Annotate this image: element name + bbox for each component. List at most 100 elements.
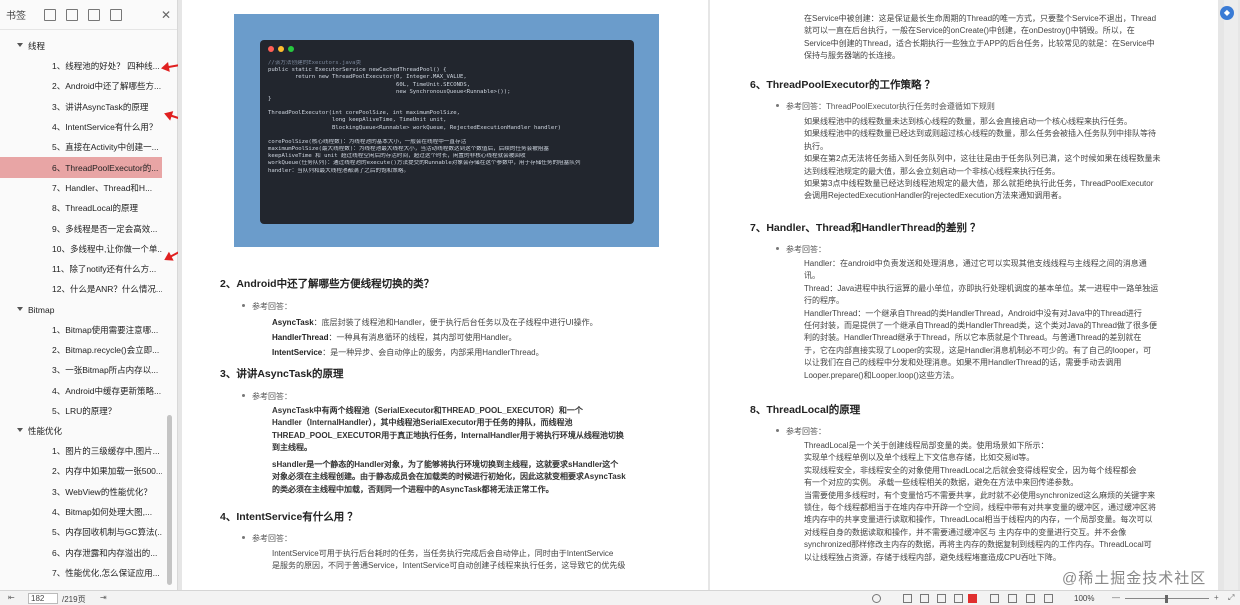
bookmark-item[interactable]: 4、IntentService有什么用？ (0, 117, 162, 137)
code-screenshot-figure: //该方法创建的Executors.java类 public static Ex… (234, 14, 659, 247)
go-back-icon[interactable]: ⇤ (8, 593, 15, 602)
bookmark-item[interactable]: 4、Android中缓存更新策略... (0, 380, 162, 400)
text-line: HandlerThread：一个继承自Thread的类HandlerThread… (804, 308, 1142, 318)
list-item: HandlerThread：一种具有消息循环的线程，其内部可使用Handler。 (272, 333, 517, 342)
section-heading: 3、讲讲AsyncTask的原理 (220, 368, 344, 380)
page-number-input[interactable]: 182 (28, 593, 58, 604)
bookmark-item[interactable]: 10、多线程中,让你做一个单... (0, 239, 162, 259)
bookmark-item[interactable]: 6、ThreadPoolExecutor的... (0, 157, 162, 178)
text-line: 到主线程。 (272, 443, 312, 453)
bookmark-item[interactable]: 3、一张Bitmap所占内存以... (0, 360, 162, 380)
fullscreen-icon[interactable]: ⤢ (1228, 593, 1234, 603)
sidebar-scroll-thumb[interactable] (167, 415, 172, 585)
chevron-down-icon[interactable] (17, 43, 23, 47)
bookmark-item[interactable]: 5、内存回收机制与GC算法(... (0, 522, 162, 542)
bookmark-item[interactable]: 1、Bitmap使用需要注意哪... (0, 320, 162, 340)
zoom-in-button[interactable]: + (1214, 593, 1219, 602)
text-line: 以让我们在自己的线程中分发和处理消息。如果不用HandlerThread的话，需… (804, 358, 1122, 368)
section-heading: 8、ThreadLocal的原理 (750, 404, 861, 416)
bookmark-item[interactable]: 3、讲讲AsyncTask的原理 (0, 97, 162, 117)
bookmark-item[interactable]: 2、Android中还了解哪些方... (0, 76, 162, 96)
fit-page-icon[interactable] (1026, 594, 1035, 603)
text-line: THREAD_POOL_EXECUTOR用于真正地执行任务，InternalHa… (272, 430, 624, 440)
code-line: handler：当队列和最大线程池都满了之后的饱和策略。 (268, 167, 410, 174)
bookmark-group-label: 性能优化 (28, 426, 63, 437)
bookmark-item[interactable]: 7、性能优化,怎么保证应用... (0, 563, 162, 583)
bookmark-item[interactable]: 1、线程池的好处？ 四种线... (0, 56, 162, 76)
eye-icon[interactable] (872, 594, 881, 603)
translate-icon[interactable] (1008, 594, 1017, 603)
pdf-page-left: //该方法创建的Executors.java类 public static Ex… (182, 0, 708, 590)
bookmark-item[interactable]: 5、LRU的原理？ (0, 401, 162, 421)
text-line: Handler：在android中负责发送和处理消息，通过它可以实现其他支线线程… (804, 259, 1147, 268)
window-close-dot (268, 46, 274, 52)
bookmark-edit-icon[interactable] (110, 8, 122, 21)
bookmark-item[interactable]: 1、图片的三级缓存中,图片... (0, 441, 162, 461)
text-line: 于，它在内部直接实现了Looper的实现，这是Handler消息机制必不可少的。… (804, 345, 1152, 355)
grid-view-icon[interactable] (990, 594, 999, 603)
document-scrollbar[interactable] (1224, 0, 1238, 590)
zoom-slider-knob[interactable] (1165, 595, 1168, 603)
text-line: Thread：Java进程中执行运算的最小单位，亦即执行处理机调度的基本单位。某… (804, 283, 1159, 293)
bookmark-item[interactable]: 4、Bitmap如何处理大图,... (0, 502, 162, 522)
bookmark-item[interactable]: 2、内存中如果加载一张500... (0, 461, 162, 481)
play-icon[interactable] (968, 594, 977, 603)
window-maximize-dot (288, 46, 294, 52)
bookmark-item[interactable]: 3、WebView的性能优化？ (0, 482, 162, 502)
list-item: IntentService：是一种异步、会自动停止的服务，内部采用Handler… (272, 348, 544, 357)
pdf-page-right: 在Service中被创建：这是保证最长生命周期的Thread的唯一方式，只要整个… (710, 0, 1218, 590)
text-line: 如果在第2点无法将任务插入到任务队列中，这往往是由于任务队列已满，这个时候如果在… (804, 154, 1161, 164)
zoom-out-button[interactable]: — (1112, 593, 1120, 602)
bookmark-item[interactable]: 2、Bitmap.recycle()会立即... (0, 340, 162, 360)
text-line: sHandler是一个静态的Handler对象，为了能够将执行环境切换到主线程，… (272, 460, 619, 469)
bookmark-add-icon[interactable] (66, 8, 78, 21)
bookmark-item[interactable]: 12、什么是ANR？什么情况... (0, 279, 162, 299)
bookmark-sidebar: 书签 ✕ 线程 1、线程池的好处？ 四种线... 2、Android中还了解哪些方.… (0, 0, 178, 590)
bookmark-group[interactable]: Bitmap (0, 300, 177, 320)
bookmark-group[interactable]: 性能优化 (0, 421, 177, 441)
continuous-view-icon[interactable] (954, 594, 963, 603)
document-viewport[interactable]: //该方法创建的Executors.java类 public static Ex… (178, 0, 1240, 590)
bookmark-item[interactable]: 11、除了notify还有什么方... (0, 259, 162, 279)
text-line: Service中创建的Thread，适合长期执行一些独立于APP的后台任务，比较… (804, 38, 1155, 48)
text-line: 行的程序。 (804, 296, 844, 306)
text-line: 会调用RejectedExecutionHandler的rejectedExec… (804, 191, 1067, 201)
book-view-icon[interactable] (937, 594, 946, 603)
code-comment: //该方法创建的Executors.java类 (268, 60, 362, 66)
bookmark-item[interactable]: 9、多线程是否一定会高效... (0, 218, 162, 238)
text-line: 锁住，每个线程都相当于在堆内存中开辟一个空间，线程中带有对共享变量的缓冲区，通过… (804, 503, 1156, 513)
bookmark-group[interactable]: 线程 (0, 36, 177, 56)
bookmark-item[interactable]: 7、Handler、Thread和H... (0, 178, 162, 198)
double-page-icon[interactable] (920, 594, 929, 603)
watermark-text: @稀土掘金技术社区 (1062, 570, 1207, 587)
code-line: maximumPoolSize(最大线程数)：为线程池最大线程大小，当活动线程数… (268, 146, 550, 153)
answer-label: 参考回答： (242, 392, 292, 401)
chevron-down-icon[interactable] (17, 428, 23, 433)
bookmark-remove-icon[interactable] (88, 8, 100, 21)
code-line: long keepAliveTime, TimeUnit unit, (268, 117, 447, 124)
code-line: 60L, TimeUnit.SECONDS, (268, 81, 471, 88)
window-minimize-dot (278, 46, 284, 52)
single-page-icon[interactable] (903, 594, 912, 603)
bookmark-item[interactable]: 8、ThreadLocal的原理 (0, 198, 162, 218)
status-bar: ⇤ 182 /219页 ⇥ 100% — + ⤢ (0, 590, 1240, 605)
text-line: 实现单个线程单例以及单个线程上下文信息存储，比如交易id等。 (804, 453, 1035, 463)
chevron-down-icon[interactable] (17, 306, 23, 311)
assistant-icon[interactable]: ◆ (1220, 6, 1234, 20)
code-line: ThreadPoolExecutor(int corePoolSize, int… (268, 110, 460, 117)
text-line: AsyncTask中有两个线程池（SerialExecutor和THREAD_P… (272, 406, 583, 415)
text-line: 实现线程安全，非线程安全的对象使用ThreadLocal之后就会变得线程安全，因… (804, 465, 1137, 475)
bookmark-grid-icon[interactable] (44, 8, 56, 21)
bookmark-item[interactable]: 5、直接在Activity中创建一... (0, 137, 162, 157)
text-line: 当需要使用多线程时，有个变量恰巧不需要共享，此时就不必使用synchronize… (804, 490, 1156, 500)
text-line: 如果第3点中线程数量已经达到线程池规定的最大值，那么就拒绝执行此任务，Threa… (804, 179, 1154, 189)
text-line: 在Service中被创建：这是保证最长生命周期的Thread的唯一方式，只要整个… (804, 14, 1157, 23)
zoom-level: 100% (1074, 594, 1095, 603)
bookmark-item[interactable]: 6、内存泄露和内存溢出的... (0, 543, 162, 563)
close-icon[interactable]: ✕ (161, 8, 171, 22)
fit-width-icon[interactable] (1044, 594, 1053, 603)
code-line: corePoolSize(核心线程数)：为线程池的基本大小，一般会在线程中一直存… (268, 138, 467, 145)
answer-label: 参考回答： (242, 302, 292, 311)
go-forward-icon[interactable]: ⇥ (100, 593, 107, 602)
page-total: /219页 (62, 595, 86, 604)
